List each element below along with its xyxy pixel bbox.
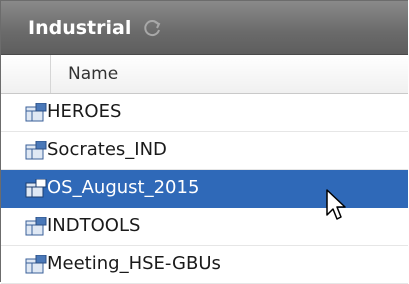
- panel-title-bar: Industrial: [1, 1, 408, 55]
- list-item-label: Meeting_HSE-GBUs: [47, 253, 221, 274]
- list-item-label: INDTOOLS: [47, 215, 141, 236]
- database-table-icon: [25, 178, 47, 198]
- database-table-icon: [25, 140, 47, 160]
- panel-title: Industrial: [28, 16, 132, 39]
- column-header-row: Name: [1, 55, 408, 94]
- header-gutter: [1, 55, 51, 93]
- list-item[interactable]: HEROES: [1, 94, 408, 132]
- database-table-icon: [25, 102, 47, 122]
- list-item[interactable]: Meeting_HSE-GBUs: [1, 246, 408, 284]
- mouse-pointer-icon: [325, 188, 349, 222]
- column-header-name[interactable]: Name: [68, 64, 118, 84]
- refresh-icon[interactable]: [141, 17, 163, 39]
- list-item[interactable]: Socrates_IND: [1, 132, 408, 170]
- industrial-panel: Industrial Name HEROES Socrates_IND OS_A…: [0, 0, 408, 284]
- list-item-label: HEROES: [47, 101, 122, 122]
- database-table-icon: [25, 216, 47, 236]
- list-item-label: OS_August_2015: [47, 177, 200, 198]
- list-item-label: Socrates_IND: [47, 139, 167, 160]
- database-table-icon: [25, 254, 47, 274]
